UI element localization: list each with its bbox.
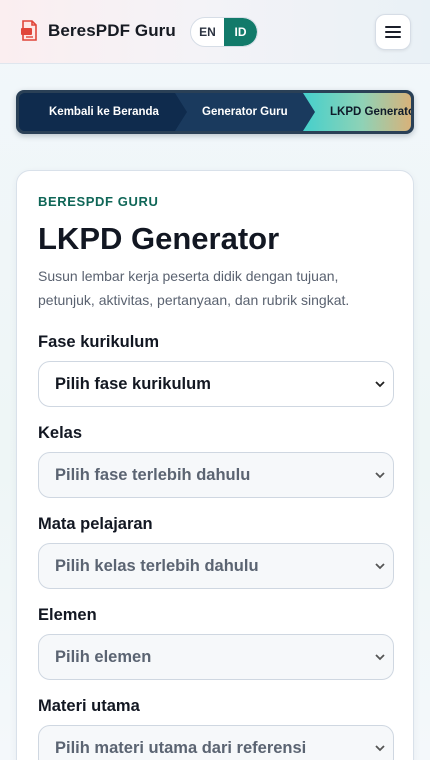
fase-kurikulum-label: Fase kurikulum xyxy=(38,333,160,351)
elemen-value: Pilih elemen xyxy=(55,647,152,666)
pdf-file-icon xyxy=(21,20,37,41)
chevron-down-icon xyxy=(375,654,385,661)
menu-button[interactable] xyxy=(375,14,411,50)
mata-pelajaran-value: Pilih kelas terlebih dahulu xyxy=(55,556,259,575)
breadcrumb-current: LKPD Generator xyxy=(330,106,411,118)
kelas-label: Kelas xyxy=(38,424,83,442)
elemen-select[interactable]: Pilih elemen xyxy=(38,634,394,680)
elemen-label: Elemen xyxy=(38,606,97,624)
chevron-down-icon xyxy=(375,563,385,570)
generator-card: BERESPDF GURU LKPD Generator Susun lemba… xyxy=(16,170,414,760)
fase-kurikulum-value: Pilih fase kurikulum xyxy=(55,374,211,393)
top-bar: BeresPDF Guru EN ID xyxy=(0,0,430,64)
materi-utama-label: Materi utama xyxy=(38,697,140,715)
lang-en-button[interactable]: EN xyxy=(191,18,224,46)
brand-logo-link[interactable]: BeresPDF Guru xyxy=(20,20,176,42)
breadcrumb-generator-link[interactable]: Generator Guru xyxy=(202,93,288,131)
lang-id-button[interactable]: ID xyxy=(224,18,257,46)
breadcrumb-home-link[interactable]: Kembali ke Beranda xyxy=(49,93,159,131)
page-description: Susun lembar kerja peserta didik dengan … xyxy=(38,268,350,308)
hamburger-menu-icon xyxy=(385,26,401,38)
materi-utama-select[interactable]: Pilih materi utama dari referensi xyxy=(38,725,394,760)
page-title: LKPD Generator xyxy=(38,221,280,256)
materi-utama-value: Pilih materi utama dari referensi xyxy=(55,738,307,757)
language-toggle: EN ID xyxy=(190,17,258,47)
brand-name: BeresPDF Guru xyxy=(48,21,176,40)
mata-pelajaran-label: Mata pelajaran xyxy=(38,515,153,533)
chevron-down-icon xyxy=(375,745,385,752)
kelas-select[interactable]: Pilih fase terlebih dahulu xyxy=(38,452,394,498)
kelas-value: Pilih fase terlebih dahulu xyxy=(55,465,251,484)
breadcrumb: Kembali ke Beranda Generator Guru LKPD G… xyxy=(16,90,414,134)
chevron-down-icon xyxy=(375,472,385,479)
fase-kurikulum-select[interactable]: Pilih fase kurikulum xyxy=(38,361,394,407)
eyebrow-label: BERESPDF GURU xyxy=(38,194,159,209)
chevron-down-icon xyxy=(375,381,385,388)
mata-pelajaran-select[interactable]: Pilih kelas terlebih dahulu xyxy=(38,543,394,589)
